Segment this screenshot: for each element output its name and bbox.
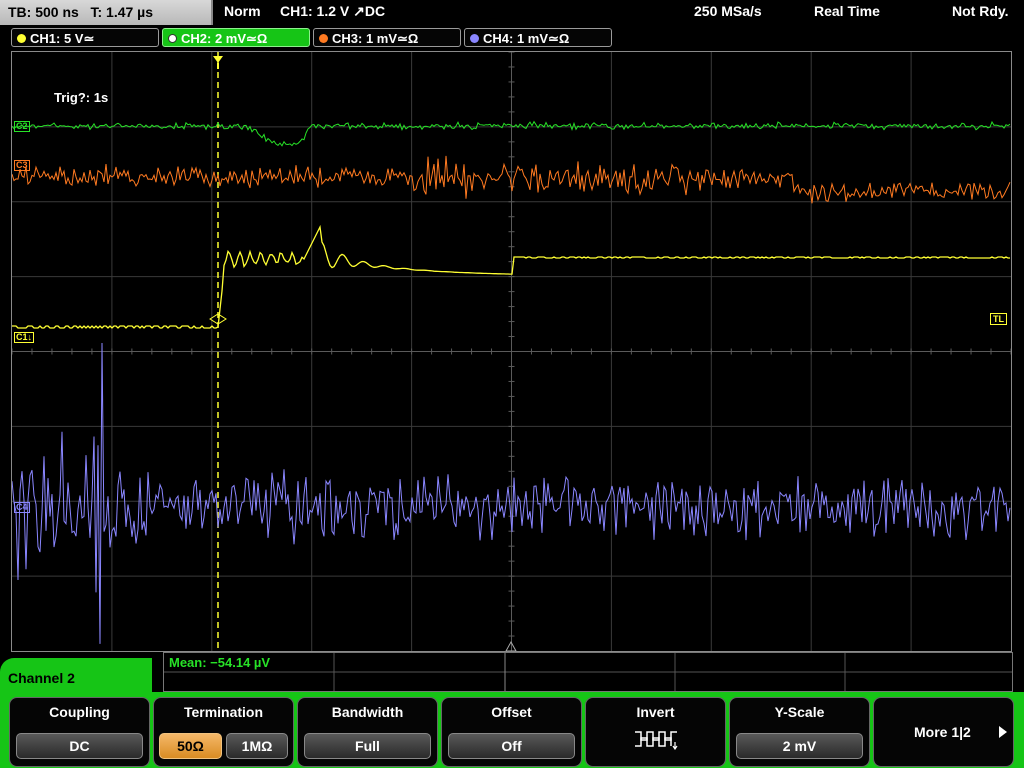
tab-ch4[interactable]: CH4: 1 mV≃Ω <box>464 28 612 47</box>
coupling-value[interactable]: DC <box>16 733 143 759</box>
measurement-panel <box>163 652 1013 692</box>
termination-50ohm[interactable]: 50Ω <box>159 733 222 759</box>
waveform-display[interactable]: C2 C3 C1↓ C4 TL Trig?: 1s <box>11 51 1012 652</box>
ch3-ref-marker[interactable]: C3 <box>14 160 30 171</box>
yscale-label: Y-Scale <box>774 704 825 720</box>
trigger-info[interactable]: CH1: 1.2 V ↗DC <box>280 3 385 20</box>
ch3-dot-icon <box>319 34 328 43</box>
termination-softkey[interactable]: Termination 50Ω 1MΩ <box>153 697 294 767</box>
offset-value[interactable]: Off <box>448 733 575 759</box>
ready-state: Not Rdy. <box>952 3 1009 19</box>
ch1-dot-icon <box>17 34 26 43</box>
acquisition-mode: Real Time <box>814 3 880 19</box>
bandwidth-value[interactable]: Full <box>304 733 431 759</box>
tab-ch3-label: CH3: 1 mV≃Ω <box>332 31 419 46</box>
offset-softkey[interactable]: Offset Off <box>441 697 582 767</box>
graticule-grid <box>12 52 1011 651</box>
timebase-value: TB: 500 ns <box>8 4 79 20</box>
trigger-level-marker[interactable]: TL <box>990 313 1007 325</box>
trigger-mode[interactable]: Norm <box>224 3 261 19</box>
ch2-ref-marker[interactable]: C2 <box>14 121 30 132</box>
mean-measurement: Mean: −54.14 µV <box>169 655 271 670</box>
coupling-softkey[interactable]: Coupling DC <box>9 697 150 767</box>
more-softkey[interactable]: More 1|2 <box>873 697 1014 767</box>
invert-softkey[interactable]: Invert <box>585 697 726 767</box>
tab-ch3[interactable]: CH3: 1 mV≃Ω <box>313 28 461 47</box>
tab-ch1[interactable]: CH1: 5 V≃ <box>11 28 159 47</box>
trigger-status: Trig?: 1s <box>54 90 109 105</box>
timebase-box[interactable]: TB: 500 ns T: 1.47 µs <box>0 0 213 25</box>
bandwidth-softkey[interactable]: Bandwidth Full <box>297 697 438 767</box>
coupling-label: Coupling <box>49 704 110 720</box>
termination-label: Termination <box>183 704 264 720</box>
sample-rate: 250 MSa/s <box>694 3 762 19</box>
ch4-ref-marker[interactable]: C4 <box>14 502 30 513</box>
tab-ch1-label: CH1: 5 V≃ <box>30 31 95 46</box>
tab-ch4-label: CH4: 1 mV≃Ω <box>483 31 570 46</box>
invert-waveform-icon <box>635 731 678 750</box>
ch4-dot-icon <box>470 34 479 43</box>
yscale-softkey[interactable]: Y-Scale 2 mV <box>729 697 870 767</box>
trigger-marker-icon <box>213 56 223 63</box>
ch1-ref-marker[interactable]: C1↓ <box>14 332 35 343</box>
more-label: More 1|2 <box>914 724 971 740</box>
tab-ch2[interactable]: CH2: 2 mV≃Ω <box>162 28 310 47</box>
termination-1mohm[interactable]: 1MΩ <box>226 733 288 759</box>
next-page-icon <box>999 726 1007 738</box>
ch2-dot-icon <box>168 34 177 43</box>
menu-title: Channel 2 <box>0 658 152 698</box>
invert-label: Invert <box>636 704 675 720</box>
yscale-value[interactable]: 2 mV <box>736 733 863 759</box>
trigger-time-value: T: 1.47 µs <box>90 4 154 20</box>
bandwidth-label: Bandwidth <box>331 704 404 720</box>
offset-label: Offset <box>491 704 532 720</box>
waveform-canvas <box>12 52 1011 651</box>
tab-ch2-label: CH2: 2 mV≃Ω <box>181 31 268 46</box>
